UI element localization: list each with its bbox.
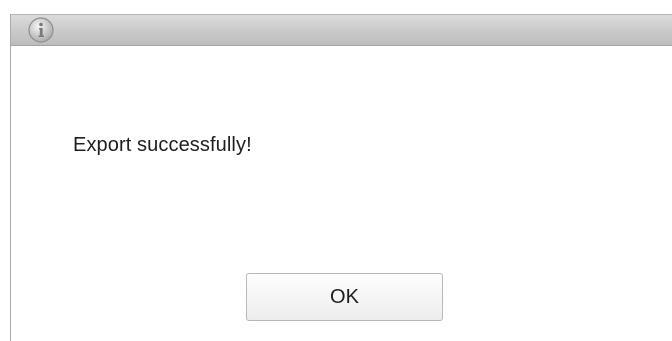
message-dialog: Export successfully! OK <box>10 14 672 341</box>
ok-button[interactable]: OK <box>246 273 443 321</box>
dialog-titlebar[interactable] <box>11 14 672 46</box>
info-icon <box>27 16 55 44</box>
dialog-message: Export successfully! <box>73 134 252 156</box>
